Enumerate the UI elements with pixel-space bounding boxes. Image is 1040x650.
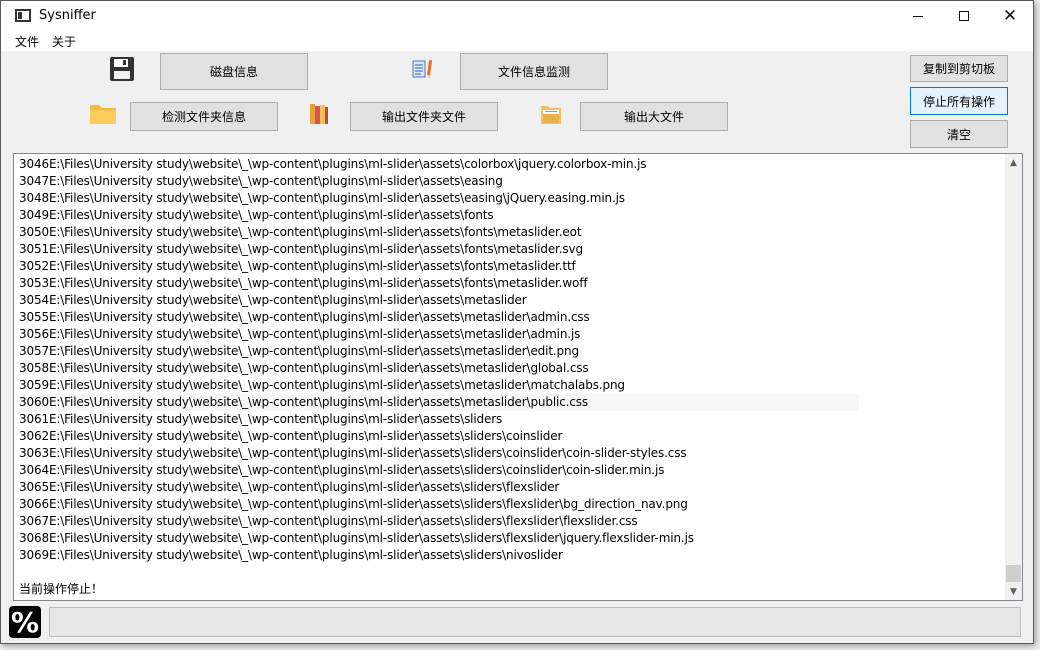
log-line: 3064E:\Files\University study\website\_\… (19, 463, 665, 477)
menu-bar: 文件 关于 (1, 31, 1033, 51)
log-line: 3068E:\Files\University study\website\_\… (19, 531, 694, 545)
log-line: 3048E:\Files\University study\website\_\… (19, 191, 625, 205)
document-icon (412, 59, 433, 79)
log-line: 3054E:\Files\University study\website\_\… (19, 293, 527, 307)
scroll-thumb[interactable] (1006, 565, 1021, 582)
log-line: 3063E:\Files\University study\website\_\… (19, 446, 687, 460)
app-window: Sysniffer ✕ 文件 关于 磁盘信息 文件信息监测 复制到剪切板 停止所… (0, 0, 1034, 644)
close-icon: ✕ (1002, 5, 1018, 26)
scroll-down-icon[interactable]: ▼ (1005, 583, 1022, 600)
disk-info-button[interactable]: 磁盘信息 (160, 53, 308, 90)
maximize-button[interactable] (941, 1, 987, 31)
log-line: 3055E:\Files\University study\website\_\… (19, 310, 590, 324)
progress-bar (49, 607, 1021, 637)
export-large-files-button[interactable]: 输出大文件 (580, 102, 728, 131)
log-line: 3069E:\Files\University study\website\_\… (19, 548, 563, 562)
log-line: 3061E:\Files\University study\website\_\… (19, 412, 503, 426)
file-monitor-button[interactable]: 文件信息监测 (460, 53, 608, 90)
log-line: 3060E:\Files\University study\website\_\… (19, 394, 859, 411)
scroll-up-icon[interactable]: ▲ (1005, 154, 1022, 171)
maximize-icon (959, 11, 969, 21)
log-line: 3067E:\Files\University study\website\_\… (19, 514, 638, 528)
menu-about[interactable]: 关于 (52, 33, 76, 50)
archive-folder-icon (541, 106, 561, 124)
log-line: 3047E:\Files\University study\website\_\… (19, 174, 503, 188)
title-bar: Sysniffer ✕ (1, 1, 1033, 31)
log-line: 3056E:\Files\University study\website\_\… (19, 327, 581, 341)
folder-icon (90, 105, 116, 124)
app-icon (15, 9, 31, 22)
log-line: 3050E:\Files\University study\website\_\… (19, 225, 582, 239)
vertical-scrollbar[interactable]: ▲ ▼ (1005, 154, 1022, 600)
percent-icon: % (9, 605, 41, 639)
log-line: 3058E:\Files\University study\website\_\… (19, 361, 589, 375)
export-folder-files-button[interactable]: 输出文件夹文件 (350, 102, 498, 131)
log-line: 3049E:\Files\University study\website\_\… (19, 208, 494, 222)
log-line: 3046E:\Files\University study\website\_\… (19, 157, 647, 171)
close-button[interactable]: ✕ (987, 1, 1033, 31)
minimize-button[interactable] (895, 1, 941, 31)
log-lines: 3046E:\Files\University study\website\_\… (19, 156, 1004, 564)
log-line: 3066E:\Files\University study\website\_\… (19, 497, 688, 511)
check-folder-button[interactable]: 检测文件夹信息 (130, 102, 278, 131)
minimize-icon (913, 15, 923, 17)
status-message: 当前操作停止！ (19, 582, 104, 596)
log-line: 3052E:\Files\University study\website\_\… (19, 259, 576, 273)
log-line: 3062E:\Files\University study\website\_\… (19, 429, 563, 443)
floppy-disk-icon (110, 57, 134, 81)
copy-clipboard-button[interactable]: 复制到剪切板 (910, 55, 1008, 82)
log-line: 3065E:\Files\University study\website\_\… (19, 480, 560, 494)
clear-button[interactable]: 清空 (910, 120, 1008, 148)
log-output[interactable]: 3046E:\Files\University study\website\_\… (13, 153, 1023, 601)
menu-file[interactable]: 文件 (15, 33, 39, 50)
log-line: 3053E:\Files\University study\website\_\… (19, 276, 588, 290)
books-icon (310, 104, 328, 124)
stop-all-button[interactable]: 停止所有操作 (910, 87, 1008, 115)
window-title: Sysniffer (39, 8, 96, 23)
log-line: 3051E:\Files\University study\website\_\… (19, 242, 583, 256)
log-line: 3057E:\Files\University study\website\_\… (19, 344, 579, 358)
log-line: 3059E:\Files\University study\website\_\… (19, 378, 625, 392)
